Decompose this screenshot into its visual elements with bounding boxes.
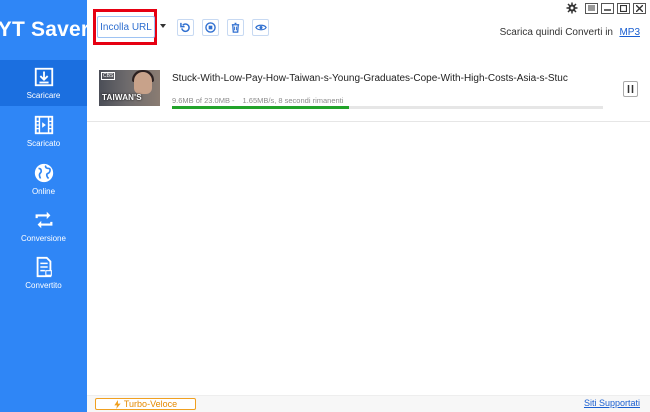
turbo-label: Turbo-Veloce bbox=[123, 399, 178, 409]
sidebar-item-label: Scaricato bbox=[26, 139, 61, 148]
sidebar-item-scaricato[interactable]: Scaricato bbox=[0, 108, 87, 154]
convert-icon bbox=[35, 211, 52, 229]
stop-icon bbox=[205, 22, 216, 33]
list-item[interactable]: CBS TAIWAN'S Stuck-With-Low-Pay-How-Taiw… bbox=[87, 60, 650, 122]
progress-bar-fill bbox=[172, 106, 349, 109]
lightning-icon bbox=[114, 399, 121, 409]
thumbnail-caption: TAIWAN'S bbox=[102, 93, 142, 102]
sidebar-item-scaricare[interactable]: Scaricare bbox=[0, 60, 87, 106]
video-title: Stuck-With-Low-Pay-How-Taiwan-s-Young-Gr… bbox=[172, 73, 568, 84]
pause-icon bbox=[627, 85, 634, 93]
sidebar-item-online[interactable]: Online bbox=[0, 156, 87, 202]
toolbar: Incolla URL Scarica quindi Converti in M… bbox=[87, 0, 650, 60]
download-icon bbox=[34, 67, 53, 87]
progress-info: 9.6MB of 23.0MB - 1.65MB/s, 8 secondi rim… bbox=[172, 96, 351, 105]
size-progress: 9.6MB of 23.0MB - bbox=[172, 96, 235, 105]
globe-icon bbox=[34, 163, 53, 183]
sidebar-item-label: Scaricare bbox=[26, 91, 61, 100]
refresh-icon bbox=[180, 22, 190, 33]
progress-bar bbox=[172, 106, 603, 109]
sidebar-item-label: Conversione bbox=[21, 234, 66, 243]
app-title: YT Saver bbox=[0, 18, 90, 41]
video-thumbnail: CBS TAIWAN'S bbox=[99, 70, 160, 106]
convert-format-link[interactable]: MP3 bbox=[619, 27, 640, 38]
refresh-button[interactable] bbox=[177, 19, 194, 36]
sidebar-item-convertito[interactable]: Convertito bbox=[0, 250, 87, 296]
sidebar-item-label: Convertito bbox=[25, 281, 62, 290]
preview-button[interactable] bbox=[252, 19, 269, 36]
eye-icon bbox=[254, 24, 267, 31]
download-list: CBS TAIWAN'S Stuck-With-Low-Pay-How-Taiw… bbox=[87, 60, 650, 396]
sidebar: YT Saver Scaricare Scaricato Online Conv… bbox=[0, 0, 90, 412]
chevron-down-icon[interactable] bbox=[160, 24, 166, 28]
thumbnail-logo: CBS bbox=[101, 72, 116, 80]
turbo-button[interactable]: Turbo-Veloce bbox=[95, 398, 196, 410]
film-icon bbox=[34, 115, 53, 135]
footer: Turbo-Veloce Siti Supportati bbox=[87, 395, 650, 412]
sidebar-item-conversione[interactable]: Conversione bbox=[0, 203, 87, 249]
sidebar-item-label: Online bbox=[31, 187, 56, 196]
trash-icon bbox=[231, 22, 240, 33]
document-icon bbox=[36, 256, 52, 278]
paste-url-button[interactable]: Incolla URL bbox=[97, 16, 155, 38]
pause-button[interactable] bbox=[623, 81, 638, 97]
stop-button[interactable] bbox=[202, 19, 219, 36]
supported-sites-link[interactable]: Siti Supportati bbox=[584, 398, 640, 408]
speed-eta: 1.65MB/s, 8 secondi rimanenti bbox=[242, 96, 344, 105]
convert-label: Scarica quindi Converti in bbox=[499, 27, 613, 38]
delete-button[interactable] bbox=[227, 19, 244, 36]
thumbnail-face bbox=[134, 72, 152, 94]
